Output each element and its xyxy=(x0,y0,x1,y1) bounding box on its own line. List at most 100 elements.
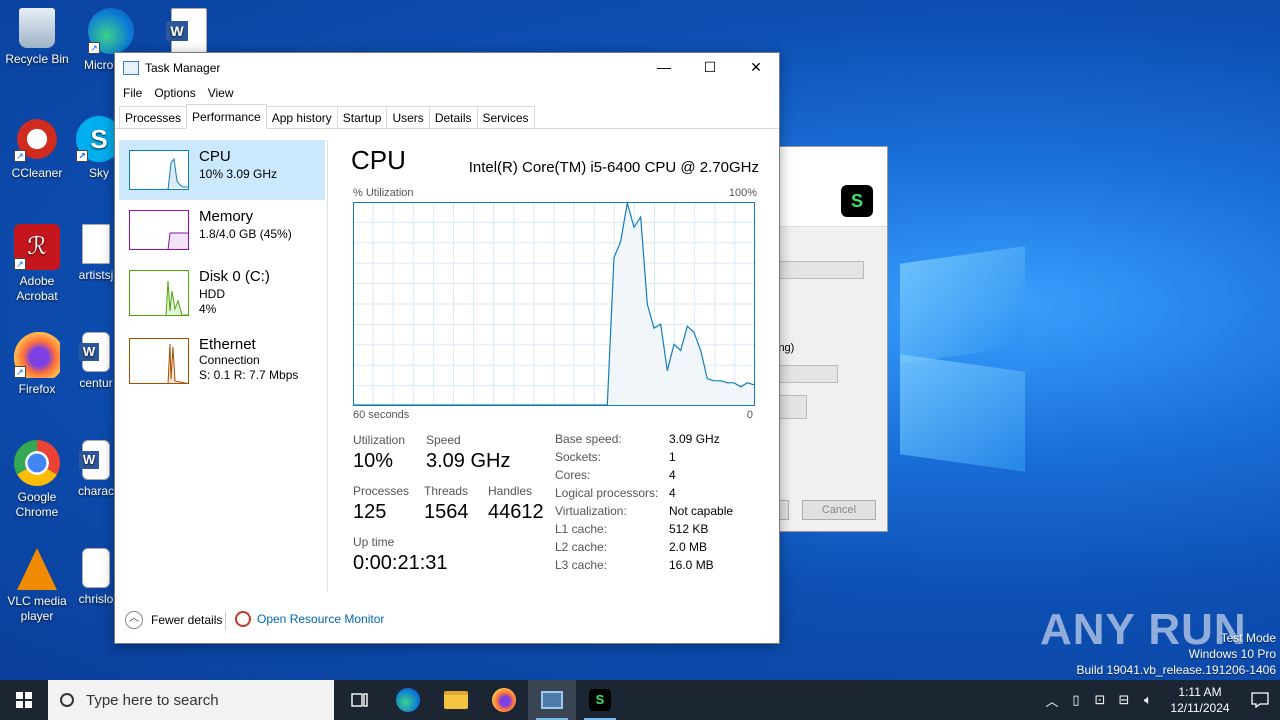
desktop-icon-charac[interactable]: W charac xyxy=(76,440,116,499)
desktop-icon-google-chrome[interactable]: Google Chrome xyxy=(0,440,74,520)
handles-label: Handles xyxy=(488,484,533,498)
memory-thumbnail-graph xyxy=(129,210,189,250)
close-button[interactable]: ✕ xyxy=(733,53,779,83)
taskbar-search-box[interactable]: Type here to search xyxy=(48,680,334,720)
threads-value: 1564 xyxy=(424,501,469,523)
speed-value: 3.09 GHz xyxy=(426,450,511,472)
graph-time-end-label: 0 xyxy=(746,409,753,421)
tab-details[interactable]: Details xyxy=(428,106,478,128)
spec-label: Sockets: xyxy=(555,450,602,464)
notification-icon xyxy=(1251,692,1269,708)
sidebar-item-cpu[interactable]: CPU 10% 3.09 GHz xyxy=(119,140,325,200)
open-resource-monitor-link[interactable]: Open Resource Monitor xyxy=(235,611,384,627)
spec-value: 4 xyxy=(669,486,676,500)
task-view-button[interactable] xyxy=(336,680,384,720)
sidebar-item-memory[interactable]: Memory 1.8/4.0 GB (45%) xyxy=(119,200,325,260)
taskbar-firefox[interactable] xyxy=(480,680,528,720)
fewer-details-button[interactable]: ︿ Fewer details xyxy=(125,611,222,629)
graph-time-span-label: 60 seconds xyxy=(353,409,410,421)
taskbar-clock[interactable]: 1:11 AM 12/11/2024 xyxy=(1160,684,1240,716)
desktop-icon-firefox[interactable]: ↗ Firefox xyxy=(0,332,74,397)
recycle-bin-icon xyxy=(19,8,55,48)
meet-now-icon[interactable]: ⊡ xyxy=(1088,692,1112,708)
task-manager-window: Task Manager — ☐ ✕ File Options View Pro… xyxy=(114,52,780,644)
windows-logo-wallpaper xyxy=(880,235,1030,480)
tab-users[interactable]: Users xyxy=(386,106,430,128)
threads-label: Threads xyxy=(424,484,469,498)
spec-label: L1 cache: xyxy=(555,522,608,536)
spec-value: 3.09 GHz xyxy=(669,432,720,446)
firefox-icon: ↗ xyxy=(14,332,60,378)
minimize-button[interactable]: — xyxy=(641,53,687,83)
dialog-field xyxy=(776,261,864,279)
title-bar[interactable]: Task Manager — ☐ ✕ xyxy=(115,53,779,83)
taskbar-installer-app[interactable]: S xyxy=(576,680,624,720)
utilization-axis-label: % Utilization xyxy=(353,187,414,199)
desktop-icon-ccleaner[interactable]: ↗ CCleaner xyxy=(0,116,74,181)
maximize-button[interactable]: ☐ xyxy=(687,53,733,83)
notification-center-button[interactable] xyxy=(1240,680,1280,720)
desktop-icon-chrislo[interactable]: chrislo xyxy=(76,548,116,607)
handles-value: 44612 xyxy=(488,501,544,523)
tab-services[interactable]: Services xyxy=(476,106,535,128)
cpu-heading: CPU xyxy=(351,145,406,175)
word-document-icon: W xyxy=(166,8,207,54)
menu-file[interactable]: File xyxy=(117,83,148,103)
spec-value: 4 xyxy=(669,468,676,482)
search-icon xyxy=(60,693,74,707)
cpu-model: Intel(R) Core(TM) i5-6400 CPU @ 2.70GHz xyxy=(468,159,759,176)
performance-sidebar: CPU 10% 3.09 GHz Memory 1.8/4.0 GB (45%)… xyxy=(119,140,325,592)
uptime-value: 0:00:21:31 xyxy=(353,552,448,574)
tab-performance[interactable]: Performance xyxy=(186,104,267,129)
desktop-icon-adobe-acrobat[interactable]: ℛ ↗ Adobe Acrobat xyxy=(0,224,74,304)
spec-label: Logical processors: xyxy=(555,486,659,500)
spec-label: Base speed: xyxy=(555,432,622,446)
windows-start-icon xyxy=(16,692,32,708)
tab-processes[interactable]: Processes xyxy=(119,106,188,128)
footer-bar: ︿ Fewer details Open Resource Monitor xyxy=(115,608,779,638)
taskbar-file-explorer[interactable] xyxy=(432,680,480,720)
desktop-icon-artistsj[interactable]: artistsj xyxy=(76,224,116,283)
edge-icon xyxy=(396,688,420,712)
menu-options[interactable]: Options xyxy=(148,83,201,103)
volume-icon[interactable]: 🔈︎ xyxy=(1136,692,1160,708)
battery-icon[interactable]: ▯ xyxy=(1064,692,1088,708)
sidebar-item-disk[interactable]: Disk 0 (C:) HDD 4% xyxy=(119,260,325,326)
spec-value: 16.0 MB xyxy=(669,558,714,572)
taskbar: Type here to search S ︿ ▯ ⊡ ⊟ 🔈︎ 1:11 AM… xyxy=(0,680,1280,720)
dialog-cancel-button[interactable]: Cancel xyxy=(802,500,876,520)
test-mode-text: Test Mode Windows 10 Pro Build 19041.vb_… xyxy=(1076,631,1277,677)
processes-value: 125 xyxy=(353,501,387,523)
tab-app-history[interactable]: App history xyxy=(265,106,338,128)
desktop-icon-centur[interactable]: W centur xyxy=(76,332,116,391)
app-logo-icon: S xyxy=(841,185,873,217)
desktop-icon-recycle-bin[interactable]: Recycle Bin xyxy=(0,8,74,67)
speed-label: Speed xyxy=(426,433,461,447)
spec-value: 512 KB xyxy=(669,522,709,536)
tab-bar: Processes Performance App history Startu… xyxy=(115,103,779,129)
menu-view[interactable]: View xyxy=(202,83,240,103)
dialog-field xyxy=(776,365,838,383)
disk-thumbnail-graph xyxy=(129,270,189,316)
dialog-button[interactable] xyxy=(776,395,807,419)
tab-startup[interactable]: Startup xyxy=(336,106,388,128)
task-manager-icon xyxy=(123,61,139,75)
window-title: Task Manager xyxy=(145,61,221,75)
desktop-icon-word-doc[interactable]: W xyxy=(152,8,226,58)
word-document-icon: W xyxy=(79,440,110,480)
chrome-icon xyxy=(14,440,60,486)
uptime-label: Up time xyxy=(353,535,395,549)
spec-label: Cores: xyxy=(555,468,591,482)
taskbar-task-manager[interactable] xyxy=(528,680,576,720)
ethernet-thumbnail-graph xyxy=(129,338,189,384)
system-tray: ︿ ▯ ⊡ ⊟ 🔈︎ 1:11 AM 12/11/2024 xyxy=(1040,680,1280,720)
spec-label: L3 cache: xyxy=(555,558,608,572)
spec-value: 2.0 MB xyxy=(669,540,708,554)
start-button[interactable] xyxy=(0,680,48,720)
chevron-up-icon[interactable]: ︿ xyxy=(1040,691,1064,710)
network-icon[interactable]: ⊟ xyxy=(1112,692,1136,708)
desktop-icon-vlc[interactable]: VLC media player xyxy=(0,548,74,624)
sidebar-item-ethernet[interactable]: Ethernet Connection S: 0.1 R: 7.7 Mbps xyxy=(119,328,325,392)
taskbar-edge[interactable] xyxy=(384,680,432,720)
spec-label: L2 cache: xyxy=(555,540,608,554)
